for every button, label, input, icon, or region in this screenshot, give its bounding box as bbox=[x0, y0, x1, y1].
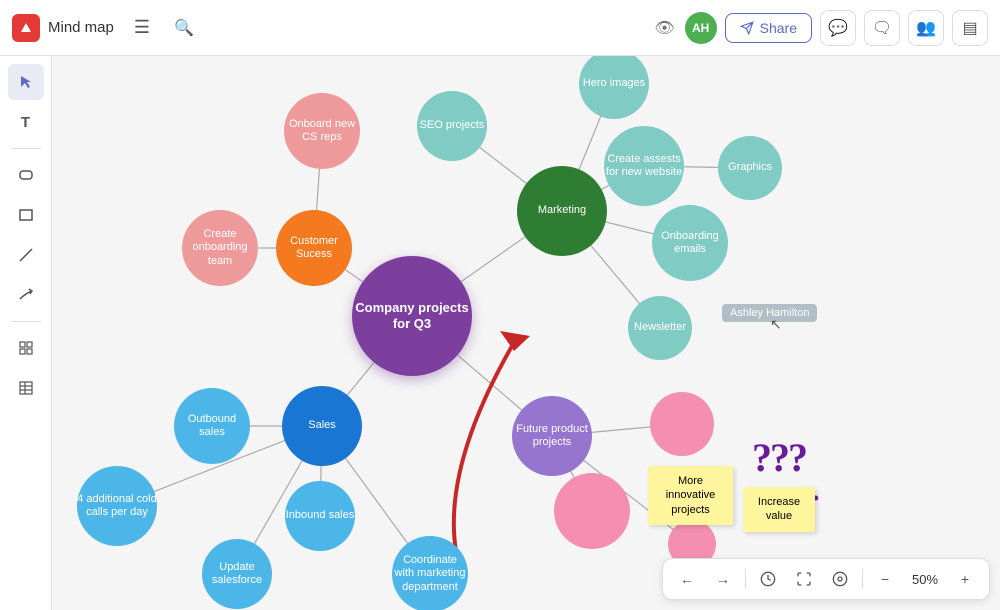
node-customer[interactable]: Customer Sucess bbox=[276, 210, 352, 286]
node-update-sf[interactable]: Update salesforce bbox=[202, 539, 272, 609]
chat-icon[interactable]: 🗨 bbox=[864, 10, 900, 46]
arrow-layer bbox=[52, 56, 1000, 610]
users-icon[interactable]: 👥 bbox=[908, 10, 944, 46]
app-title: Mind map bbox=[48, 19, 114, 36]
question-marks: ??? bbox=[752, 434, 806, 481]
comment-icon[interactable]: 💬 bbox=[820, 10, 856, 46]
node-sales[interactable]: Sales bbox=[282, 386, 362, 466]
layout-icon[interactable]: ▤ bbox=[952, 10, 988, 46]
node-coordinate[interactable]: Coordinate with marketing department bbox=[392, 536, 468, 610]
preview-icon[interactable]: 👁 bbox=[654, 18, 674, 38]
history-button[interactable] bbox=[754, 565, 782, 593]
cursor-pointer: ↖ bbox=[770, 316, 782, 333]
bottom-toolbar: ← → − 50% + bbox=[662, 558, 990, 600]
connections-layer bbox=[52, 56, 1000, 610]
node-cold-calls[interactable]: 4 additional cold calls per day bbox=[77, 466, 157, 546]
sticky-2[interactable]: Increase value bbox=[743, 487, 815, 532]
sidebar-divider-2 bbox=[11, 321, 41, 322]
node-newsletter[interactable]: Newsletter bbox=[628, 296, 692, 360]
share-button[interactable]: Share bbox=[725, 13, 812, 43]
select-tool[interactable] bbox=[8, 64, 44, 100]
node-create-onboarding[interactable]: Create onboarding team bbox=[182, 210, 258, 286]
search-icon[interactable]: 🔍 bbox=[166, 14, 202, 42]
node-outbound[interactable]: Outbound sales bbox=[174, 388, 250, 464]
rounded-rect-tool[interactable] bbox=[8, 157, 44, 193]
location-button[interactable] bbox=[826, 565, 854, 593]
text-tool[interactable]: T bbox=[8, 104, 44, 140]
avatar[interactable]: AH bbox=[685, 12, 717, 44]
zoom-level: 50% bbox=[907, 572, 943, 587]
sticky-1[interactable]: More innovative projects bbox=[648, 466, 733, 525]
node-pink2[interactable] bbox=[554, 473, 630, 549]
zoom-in-button[interactable]: + bbox=[951, 565, 979, 593]
node-future[interactable]: Future product projects bbox=[512, 396, 592, 476]
node-seo[interactable]: SEO projects bbox=[417, 91, 487, 161]
menu-icon[interactable]: ☰ bbox=[126, 13, 158, 42]
node-onboard-cs[interactable]: Onboard new CS reps bbox=[284, 93, 360, 169]
node-marketing[interactable]: Marketing bbox=[517, 166, 607, 256]
top-toolbar: Mind map ☰ 🔍 👁 AH Share 💬 🗨 👥 ▤ bbox=[0, 0, 1000, 56]
toolbar-divider-1 bbox=[745, 569, 746, 589]
undo-button[interactable]: ← bbox=[673, 565, 701, 593]
left-sidebar: T bbox=[0, 56, 52, 610]
table-tool[interactable] bbox=[8, 370, 44, 406]
line-tool[interactable] bbox=[8, 237, 44, 273]
toolbar-divider-2 bbox=[862, 569, 863, 589]
zoom-out-button[interactable]: − bbox=[871, 565, 899, 593]
node-pink1[interactable] bbox=[650, 392, 714, 456]
rect-tool[interactable] bbox=[8, 197, 44, 233]
grid-tool[interactable] bbox=[8, 330, 44, 366]
mindmap-canvas[interactable]: Ashley Hamilton ↖ ??? • • • Company proj… bbox=[52, 56, 1000, 610]
expand-button[interactable] bbox=[790, 565, 818, 593]
sidebar-divider-1 bbox=[11, 148, 41, 149]
node-onboarding-emails[interactable]: Onboarding emails bbox=[652, 205, 728, 281]
node-hero[interactable]: Hero images bbox=[579, 56, 649, 119]
app-logo bbox=[12, 14, 40, 42]
node-inbound[interactable]: Inbound sales bbox=[285, 481, 355, 551]
connector-tool[interactable] bbox=[8, 277, 44, 313]
node-graphics[interactable]: Graphics bbox=[718, 136, 782, 200]
redo-button[interactable]: → bbox=[709, 565, 737, 593]
node-create-assets[interactable]: Create assests for new website bbox=[604, 126, 684, 206]
center-node[interactable]: Company projects for Q3 bbox=[352, 256, 472, 376]
